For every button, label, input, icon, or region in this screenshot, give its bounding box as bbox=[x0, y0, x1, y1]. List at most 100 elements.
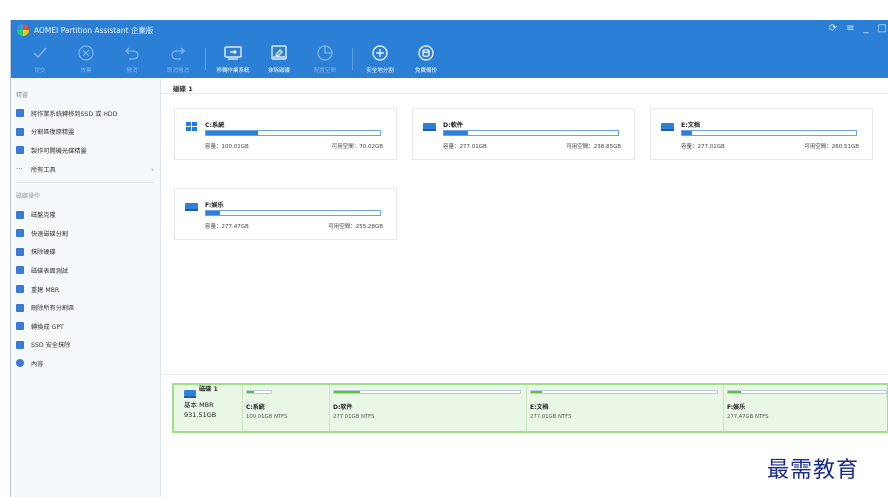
drive-icon bbox=[423, 123, 436, 131]
sidebar-item-rebuild-mbr[interactable]: 重建 MBR bbox=[11, 280, 160, 299]
sidebar-item-quick-partition[interactable]: 快速磁碟分割 bbox=[11, 224, 160, 243]
usage-bar bbox=[681, 130, 857, 136]
sidebar-item-wipe-disk[interactable]: 抹除硬碟 bbox=[11, 243, 160, 262]
free-space-text: 可用空間：70.02GB bbox=[331, 144, 383, 150]
sidebar-item-all-tools[interactable]: ··· 所有工具 › bbox=[11, 160, 160, 179]
sidebar-item-surface-test[interactable]: 磁碟表面測試 bbox=[11, 261, 160, 280]
ssd-erase-icon bbox=[16, 340, 24, 349]
partition-info: 277.47GB NTFS bbox=[727, 414, 769, 420]
discard-button[interactable]: 放棄 bbox=[63, 40, 109, 78]
clone-icon bbox=[16, 210, 24, 219]
sidebar-item-bootable-cd[interactable]: 製作可開機光碟精靈 bbox=[11, 141, 160, 160]
sidebar-item-ssd-erase[interactable]: SSD 安全抹除 bbox=[11, 336, 160, 355]
capacity-text: 容量：277.47GB bbox=[205, 224, 249, 230]
disk-info[interactable]: 磁碟 1 基本 MBR 931.51GB bbox=[174, 385, 242, 431]
sidebar-item-label: 製作可開機光碟精靈 bbox=[31, 147, 87, 155]
info-icon bbox=[16, 359, 24, 368]
safe-partition-button[interactable]: 安全地分割 bbox=[357, 40, 403, 78]
capacity-text: 容量：100.01GB bbox=[205, 144, 249, 150]
sidebar-item-label: 刪除所有分割區 bbox=[31, 305, 75, 313]
sidebar-item-convert-gpt[interactable]: 轉換成 GPT bbox=[11, 317, 160, 336]
wipe-disk-label: 抹除磁碟 bbox=[267, 68, 290, 74]
disk-size: 931.51GB bbox=[184, 411, 217, 419]
free-space-text: 可用空間：260.51GB bbox=[804, 144, 859, 150]
disk-type: 基本 MBR bbox=[184, 401, 214, 409]
allocate-space-button[interactable]: 配置空間 bbox=[302, 40, 348, 78]
sidebar-item-delete-all[interactable]: 刪除所有分割區 bbox=[11, 298, 160, 317]
allocate-space-icon bbox=[316, 44, 334, 62]
usage-fill bbox=[206, 211, 220, 215]
partition-card-c[interactable]: C:系統 容量：100.01GB 可用空間：70.02GB bbox=[174, 108, 397, 160]
convert-gpt-icon bbox=[16, 322, 24, 331]
wipe-disk-button[interactable]: 抹除磁碟 bbox=[256, 40, 302, 78]
sidebar-item-label: 抹除硬碟 bbox=[31, 249, 56, 257]
free-backup-label: 免費備份 bbox=[414, 68, 437, 74]
partition-card-f[interactable]: F:娱乐 容量：277.47GB 可用空間：255.28GB bbox=[174, 188, 397, 240]
menu-icon[interactable]: ≡ bbox=[846, 23, 854, 34]
partition-usage-bar bbox=[727, 390, 887, 394]
free-space-text: 可用空間：255.28GB bbox=[328, 224, 383, 230]
backup-icon bbox=[417, 44, 435, 62]
partition-card-d[interactable]: D:軟件 容量：277.01GB 可用空間：238.85GB bbox=[412, 108, 635, 160]
sidebar-item-label: SSD 安全抹除 bbox=[31, 342, 71, 350]
redo-icon bbox=[169, 44, 187, 62]
refresh-icon[interactable]: ⟳ bbox=[829, 23, 837, 34]
usage-fill bbox=[444, 131, 469, 135]
partition-name: F:娱乐 bbox=[205, 202, 224, 209]
discard-icon bbox=[77, 44, 95, 62]
app-logo-icon bbox=[17, 24, 29, 36]
window-title: AOMEI Partition Assistant 企業版 bbox=[34, 25, 154, 35]
disk-map-partition-c[interactable]: C:系統 100.01GB NTFS bbox=[246, 387, 326, 429]
disk-map-partition-d[interactable]: D:软件 277.01GB NTFS bbox=[333, 387, 523, 429]
disk-map-partition-e[interactable]: E:文档 277.01GB NTFS bbox=[530, 387, 720, 429]
toolbar-divider bbox=[205, 48, 206, 70]
wipe-icon bbox=[16, 247, 24, 256]
toolbar-divider bbox=[352, 48, 353, 70]
migrate-os-icon bbox=[224, 44, 242, 62]
disk-header: 磁碟 1 bbox=[161, 78, 888, 94]
redo-button[interactable]: 取消撤消 bbox=[155, 40, 201, 78]
minimize-icon[interactable]: _ bbox=[864, 23, 869, 34]
windows-drive-icon bbox=[186, 122, 197, 131]
partition-info: 100.01GB NTFS bbox=[246, 414, 288, 420]
sidebar-item-label: 重建 MBR bbox=[31, 286, 60, 294]
sidebar-item-properties[interactable]: 內容 bbox=[11, 354, 160, 373]
partition-divider bbox=[329, 385, 330, 431]
partition-name: E:文档 bbox=[530, 404, 549, 411]
title-bar[interactable]: AOMEI Partition Assistant 企業版 ⟳ ≡ _ □ bbox=[11, 20, 888, 40]
disk-name: 磁碟 1 bbox=[199, 386, 218, 393]
redo-label: 取消撤消 bbox=[166, 68, 189, 74]
partition-name: C:系統 bbox=[205, 122, 225, 129]
partition-name: C:系統 bbox=[246, 404, 265, 411]
apply-label: 提交 bbox=[34, 68, 46, 74]
sidebar-item-disk-clone[interactable]: 磁盤克隆 bbox=[11, 205, 160, 224]
app-window: AOMEI Partition Assistant 企業版 ⟳ ≡ _ □ 提交… bbox=[10, 20, 888, 497]
migrate-os-button[interactable]: 移轉作業系統 bbox=[210, 40, 256, 78]
apply-button[interactable]: 提交 bbox=[17, 40, 63, 78]
free-backup-button[interactable]: 免費備份 bbox=[403, 40, 449, 78]
partition-name: D:軟件 bbox=[443, 122, 463, 129]
hard-disk-icon bbox=[184, 390, 196, 398]
partition-usage-bar bbox=[530, 390, 718, 394]
sidebar: 精靈 將作業系統轉移到SSD 或 HDD 分割區復原精靈 製作可開機光碟精靈 ·… bbox=[11, 78, 161, 497]
partition-name: D:软件 bbox=[333, 404, 353, 411]
disk-map-partition-f[interactable]: F:娱乐 277.47GB NTFS bbox=[727, 387, 887, 429]
partition-usage-fill bbox=[531, 391, 543, 393]
undo-icon bbox=[123, 44, 141, 62]
pane-splitter[interactable] bbox=[161, 374, 888, 375]
wipe-disk-icon bbox=[270, 44, 288, 62]
wizards-heading: 精靈 bbox=[16, 92, 29, 99]
undo-button[interactable]: 撤消 bbox=[109, 40, 155, 78]
sidebar-item-partition-recovery[interactable]: 分割區復原精靈 bbox=[11, 123, 160, 142]
partition-usage-bar bbox=[333, 390, 521, 394]
sidebar-item-label: 內容 bbox=[31, 360, 44, 368]
sidebar-item-label: 磁碟表面測試 bbox=[31, 267, 69, 275]
partition-card-e[interactable]: E:文档 容量：277.01GB 可用空間：260.51GB bbox=[650, 108, 873, 160]
undo-label: 撤消 bbox=[126, 68, 138, 74]
disk-map-row[interactable]: 磁碟 1 基本 MBR 931.51GB C:系統 100.01GB NTFS … bbox=[172, 383, 888, 433]
lightning-icon bbox=[16, 229, 24, 238]
maximize-icon[interactable]: □ bbox=[878, 23, 887, 34]
sidebar-item-migrate-os[interactable]: 將作業系統轉移到SSD 或 HDD bbox=[11, 104, 160, 123]
capacity-text: 容量：277.01GB bbox=[681, 144, 725, 150]
rebuild-mbr-icon bbox=[16, 285, 24, 294]
